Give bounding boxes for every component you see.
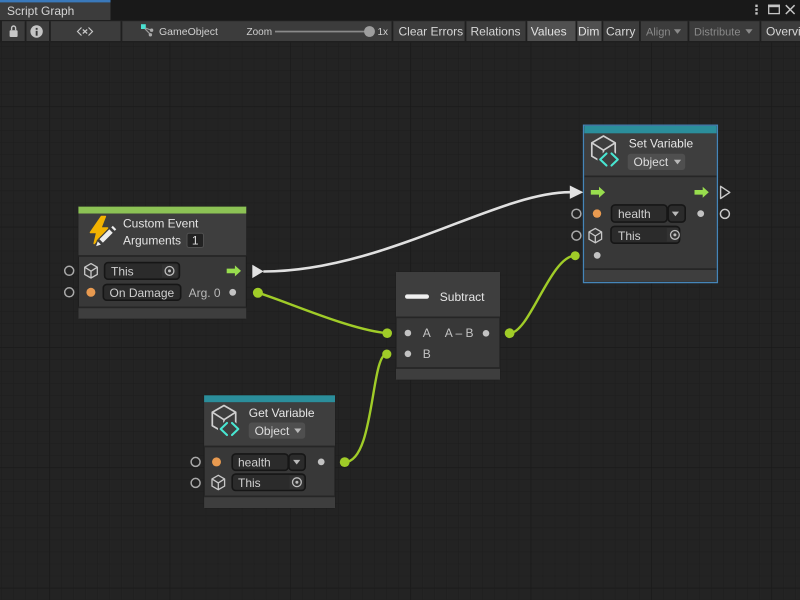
svg-text:1: 1	[192, 233, 199, 247]
svg-text:health: health	[238, 456, 271, 470]
svg-text:Overview: Overview	[766, 25, 800, 39]
svg-text:On Damage: On Damage	[110, 286, 175, 300]
svg-text:Clear Errors: Clear Errors	[399, 25, 464, 39]
svg-text:Object: Object	[634, 155, 669, 169]
svg-text:Carry: Carry	[606, 25, 635, 39]
svg-text:Distribute: Distribute	[694, 27, 740, 39]
svg-text:This: This	[618, 229, 641, 243]
svg-text:A: A	[423, 326, 431, 340]
svg-text:A – B: A – B	[445, 326, 474, 340]
svg-text:Zoom: Zoom	[247, 27, 273, 38]
svg-text:GameObject: GameObject	[159, 26, 218, 38]
svg-text:Subtract: Subtract	[440, 290, 485, 304]
svg-text:Script Graph: Script Graph	[7, 4, 74, 18]
svg-text:Arguments: Arguments	[123, 234, 181, 248]
svg-text:Arg. 0: Arg. 0	[189, 286, 221, 300]
svg-text:B: B	[423, 347, 431, 361]
svg-text:This: This	[238, 476, 261, 490]
svg-text:Align: Align	[646, 27, 670, 39]
svg-text:Values: Values	[531, 25, 567, 39]
svg-text:1x: 1x	[378, 27, 389, 38]
svg-text:Get Variable: Get Variable	[249, 406, 315, 420]
svg-text:Object: Object	[255, 424, 290, 438]
svg-text:Custom Event: Custom Event	[123, 217, 199, 231]
svg-text:health: health	[618, 207, 651, 221]
svg-text:This: This	[111, 264, 134, 278]
svg-text:Relations: Relations	[471, 25, 521, 39]
svg-text:Dim: Dim	[578, 25, 599, 39]
svg-text:Set Variable: Set Variable	[629, 136, 694, 150]
